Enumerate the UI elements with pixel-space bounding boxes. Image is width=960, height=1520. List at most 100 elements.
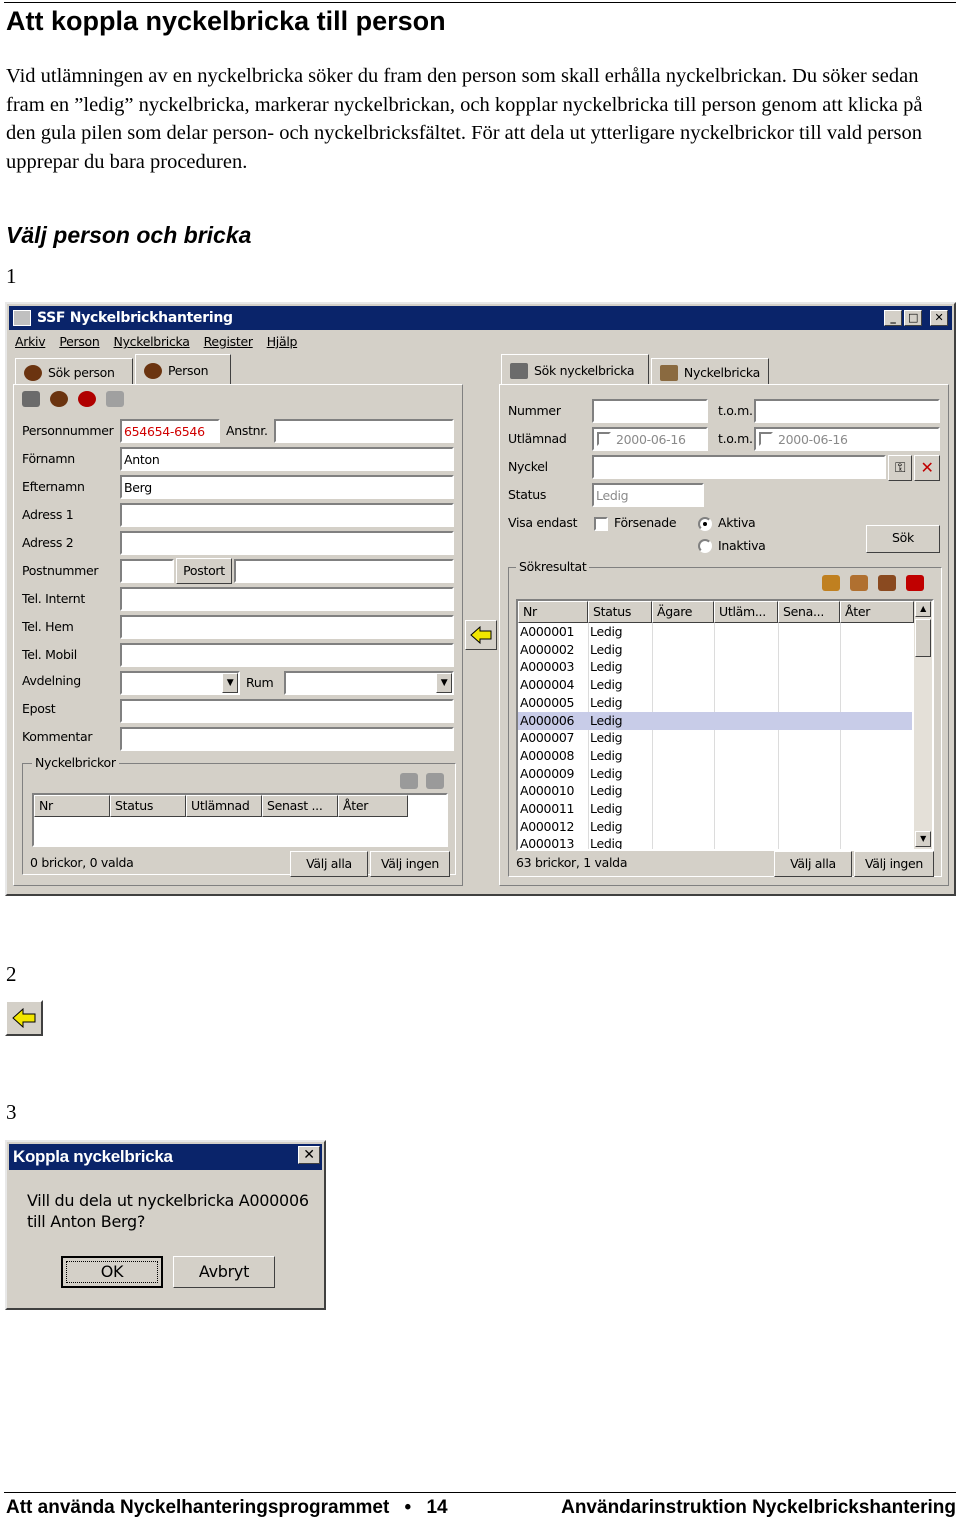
scroll-down-icon[interactable]: ▼ bbox=[915, 831, 931, 847]
menu-person[interactable]: Person bbox=[59, 334, 100, 349]
aktiva-radio[interactable] bbox=[698, 517, 712, 531]
adress1-field[interactable] bbox=[120, 503, 454, 527]
adress2-field[interactable] bbox=[120, 531, 454, 555]
column-header-status[interactable]: Status bbox=[110, 795, 186, 817]
label-visa-endast: Visa endast bbox=[508, 515, 578, 530]
table-row[interactable]: A000009 Ledig bbox=[518, 765, 912, 783]
key-release-icon[interactable] bbox=[400, 773, 418, 789]
chevron-down-icon[interactable]: ▼ bbox=[222, 673, 238, 693]
chevron-down-icon[interactable]: ▼ bbox=[436, 673, 452, 693]
menu-nyckelbricka[interactable]: Nyckelbricka bbox=[114, 334, 190, 349]
avdelning-select[interactable]: ▼ bbox=[120, 671, 240, 695]
tel-mobil-field[interactable] bbox=[120, 643, 454, 667]
tel-internt-field[interactable] bbox=[120, 587, 454, 611]
postort-field[interactable] bbox=[234, 559, 454, 583]
valj-ingen-results-button[interactable]: Välj ingen bbox=[854, 851, 934, 877]
personnummer-field[interactable]: 654654-6546 bbox=[120, 419, 220, 443]
clear-key-button[interactable]: ✕ bbox=[914, 455, 940, 481]
column-header-senast[interactable]: Senast ... bbox=[262, 795, 338, 817]
menu-arkiv[interactable]: Arkiv bbox=[15, 334, 46, 349]
column-header-ater[interactable]: Åter bbox=[840, 601, 914, 623]
column-header-nr[interactable]: Nr bbox=[34, 795, 110, 817]
fornamn-field[interactable]: Anton bbox=[120, 447, 454, 471]
link-arrow-button-example[interactable] bbox=[5, 1000, 43, 1036]
tab-person[interactable]: Person bbox=[135, 354, 231, 386]
table-row[interactable]: A000003 Ledig bbox=[518, 658, 912, 676]
sok-button[interactable]: Sök bbox=[866, 525, 940, 553]
table-row[interactable]: A000011 Ledig bbox=[518, 800, 912, 818]
link-arrow-button[interactable] bbox=[465, 620, 497, 650]
nummer-from-field[interactable] bbox=[592, 399, 708, 423]
sokresultat-list[interactable]: Nr Status Ägare Utläm... Sena... Åter A0… bbox=[516, 599, 934, 851]
cell-nr: A000011 bbox=[520, 801, 575, 816]
nyckelbrickor-list[interactable]: Nr Status Utlämnad Senast ... Åter bbox=[32, 793, 448, 847]
table-row[interactable]: A000002 Ledig bbox=[518, 641, 912, 659]
close-button[interactable]: ✕ bbox=[930, 310, 948, 326]
key-edit-icon[interactable] bbox=[850, 575, 868, 591]
table-row[interactable]: A000004 Ledig bbox=[518, 676, 912, 694]
save-icon[interactable] bbox=[22, 391, 40, 407]
utlamnad-to-date[interactable]: 2000-06-16 bbox=[754, 427, 940, 451]
rum-select[interactable]: ▼ bbox=[284, 671, 454, 695]
utlamnad-to-checkbox[interactable] bbox=[759, 432, 773, 446]
refresh-icon[interactable] bbox=[106, 391, 124, 407]
table-row[interactable]: A000008 Ledig bbox=[518, 747, 912, 765]
delete-person-icon[interactable] bbox=[78, 391, 96, 407]
table-row[interactable]: A000001 Ledig bbox=[518, 623, 912, 641]
tab-sok-nyckelbricka[interactable]: Sök nyckelbricka bbox=[501, 354, 649, 386]
menu-hjalp[interactable]: Hjälp bbox=[267, 334, 298, 349]
nyckel-field[interactable] bbox=[592, 455, 886, 479]
utlamnad-from-checkbox[interactable] bbox=[597, 432, 611, 446]
efternamn-field[interactable]: Berg bbox=[120, 475, 454, 499]
vertical-scrollbar[interactable]: ▲ ▼ bbox=[914, 601, 932, 849]
minimize-button[interactable]: _ bbox=[884, 310, 902, 326]
table-row[interactable]: A000006 Ledig bbox=[518, 711, 912, 730]
label-avdelning: Avdelning bbox=[22, 673, 81, 688]
status-select[interactable]: Ledig bbox=[592, 483, 704, 507]
postnummer-field[interactable] bbox=[120, 559, 174, 583]
table-row[interactable]: A000007 Ledig bbox=[518, 729, 912, 747]
ok-button[interactable]: OK bbox=[61, 1256, 163, 1288]
tel-hem-field[interactable] bbox=[120, 615, 454, 639]
label-aktiva: Aktiva bbox=[718, 515, 756, 530]
tab-sok-person[interactable]: Sök person bbox=[15, 358, 133, 386]
forsenade-checkbox[interactable] bbox=[594, 517, 608, 531]
menu-bar: Arkiv Person Nyckelbricka Register Hjälp bbox=[15, 334, 297, 349]
key-return-icon[interactable] bbox=[426, 773, 444, 789]
maximize-button[interactable]: □ bbox=[904, 310, 922, 326]
key-owner-icon[interactable] bbox=[878, 575, 896, 591]
menu-register[interactable]: Register bbox=[204, 334, 253, 349]
kommentar-field[interactable] bbox=[120, 727, 454, 751]
valj-ingen-button[interactable]: Välj ingen bbox=[370, 851, 450, 877]
valj-alla-button[interactable]: Välj alla bbox=[290, 851, 368, 877]
dialog-close-button[interactable]: ✕ bbox=[298, 1146, 320, 1164]
column-header-ater[interactable]: Åter bbox=[338, 795, 408, 817]
tab-nyckelbricka[interactable]: Nyckelbricka bbox=[651, 358, 769, 386]
anstnr-field[interactable] bbox=[274, 419, 454, 443]
new-person-icon[interactable] bbox=[50, 391, 68, 407]
key-tag-action-icon[interactable] bbox=[822, 575, 840, 591]
epost-field[interactable] bbox=[120, 699, 454, 723]
step-number-1: 1 bbox=[6, 264, 17, 288]
table-row[interactable]: A000012 Ledig bbox=[518, 818, 912, 836]
column-header-nr[interactable]: Nr bbox=[518, 601, 588, 623]
key-delete-icon[interactable] bbox=[906, 575, 924, 591]
column-header-status[interactable]: Status bbox=[588, 601, 652, 623]
scroll-up-icon[interactable]: ▲ bbox=[915, 601, 931, 617]
table-row[interactable]: A000010 Ledig bbox=[518, 782, 912, 800]
cell-status: Ledig bbox=[590, 818, 623, 834]
key-lookup-button[interactable]: ⚿ bbox=[888, 455, 912, 481]
column-header-utlamnad[interactable]: Utlämnad bbox=[186, 795, 262, 817]
valj-alla-results-button[interactable]: Välj alla bbox=[774, 851, 852, 877]
inaktiva-radio[interactable] bbox=[698, 539, 712, 553]
cell-status: Ledig bbox=[590, 659, 623, 675]
scroll-thumb[interactable] bbox=[915, 619, 931, 657]
column-header-senast[interactable]: Sena... bbox=[778, 601, 840, 623]
table-row[interactable]: A000005 Ledig bbox=[518, 694, 912, 712]
nummer-to-field[interactable] bbox=[754, 399, 940, 423]
avbryt-button[interactable]: Avbryt bbox=[173, 1256, 275, 1288]
column-header-agare[interactable]: Ägare bbox=[652, 601, 714, 623]
column-header-utlamnad[interactable]: Utläm... bbox=[714, 601, 778, 623]
table-row[interactable]: A000013 Ledig bbox=[518, 835, 912, 849]
section-heading: Välj person och bricka bbox=[6, 222, 252, 248]
